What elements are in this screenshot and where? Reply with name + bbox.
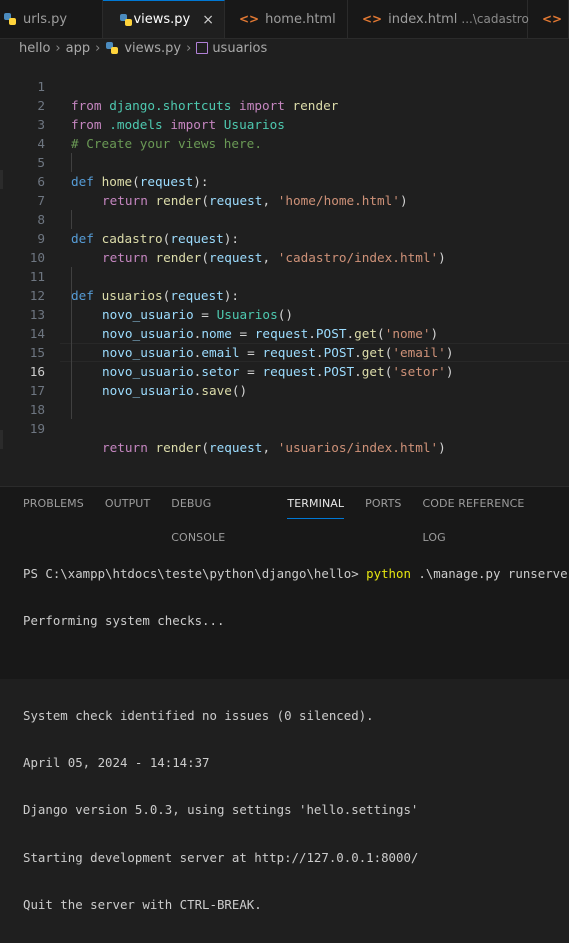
code-editor[interactable]: 1 from django.shortcuts import render 2 … — [0, 58, 569, 486]
chevron-right-icon: › — [55, 40, 61, 56]
chevron-right-icon: › — [186, 40, 192, 56]
editor-tab-bar: urls.py views.py × <> home.html <> index… — [0, 0, 569, 39]
tab-views-py[interactable]: views.py × — [103, 0, 225, 38]
tab-label: index.html — [388, 11, 458, 27]
terminal-line: Django version 5.0.3, using settings 'he… — [23, 802, 419, 818]
code-line: 5 def home(request): — [0, 134, 569, 189]
close-icon[interactable]: × — [202, 13, 214, 27]
python-file-icon — [105, 41, 119, 55]
breadcrumb-symbol[interactable]: usuarios — [212, 41, 267, 56]
tab-overflow[interactable]: <> — [528, 0, 569, 38]
code-line: 11 def usuarios(request): — [0, 248, 569, 303]
terminal-output[interactable]: PS C:\xampp\htdocs\teste\python\django\h… — [23, 535, 569, 943]
tab-ports[interactable]: PORTS — [365, 487, 401, 521]
breadcrumb-folder-hello[interactable]: hello — [19, 41, 50, 56]
symbol-method-icon — [196, 42, 209, 54]
code-line: 10 — [0, 229, 569, 265]
code-line: 1 from django.shortcuts import render — [0, 58, 569, 113]
code-line: 15 novo_usuario.setor = request.POST.get… — [0, 324, 569, 379]
terminal-args: .\manage.py runserver — [410, 566, 569, 581]
tab-path-hint: ...\cadastro — [461, 12, 529, 26]
tab-index-html[interactable]: <> index.html ...\cadastro — [348, 0, 529, 38]
terminal-line: System check identified no issues (0 sil… — [23, 707, 374, 723]
code-line: 2 from .models import Usuarios — [0, 77, 569, 132]
terminal-line: Performing system checks... — [23, 613, 225, 629]
code-line: 7 — [0, 172, 569, 208]
html-file-icon: <> — [362, 12, 383, 26]
code-line: 19 return render(request, 'usuarios/inde… — [0, 400, 569, 455]
terminal-line: Starting development server at http://12… — [23, 849, 419, 865]
breadcrumb: hello › app › views.py › usuarios — [0, 38, 569, 58]
breadcrumb-folder-app[interactable]: app — [66, 41, 90, 56]
html-file-icon: <> — [542, 12, 563, 26]
terminal-line: Quit the server with CTRL-BREAK. — [23, 897, 262, 913]
tab-debug-console[interactable]: DEBUG CONSOLE — [171, 487, 266, 544]
terminal-command-line: PS C:\xampp\htdocs\teste\python\django\h… — [23, 565, 569, 582]
line-number: 19 — [29, 421, 45, 436]
code-line: 17 — [0, 362, 569, 398]
code-line: 3 # Create your views here. — [0, 96, 569, 151]
tab-terminal[interactable]: TERMINAL — [287, 487, 344, 521]
code-line: 4 — [0, 115, 569, 151]
breadcrumb-file[interactable]: views.py — [124, 41, 181, 56]
python-file-icon — [119, 13, 133, 27]
code-line: 9 return render(request, 'cadastro/index… — [0, 210, 569, 265]
code-line: 18 — [0, 381, 569, 417]
tab-output[interactable]: OUTPUT — [105, 487, 150, 521]
tab-label: home.html — [265, 11, 336, 27]
bottom-panel: PROBLEMS OUTPUT DEBUG CONSOLE TERMINAL P… — [0, 486, 569, 912]
tab-label: views.py — [133, 12, 191, 27]
tab-home-html[interactable]: <> home.html — [225, 0, 348, 38]
code-line: 14 novo_usuario.email = request.POST.get… — [0, 305, 569, 360]
tab-problems[interactable]: PROBLEMS — [23, 487, 84, 521]
tab-code-reference-log[interactable]: CODE REFERENCE LOG — [423, 487, 549, 544]
code-line: 6 return render(request, 'home/home.html… — [0, 153, 569, 208]
code-line: 13 novo_usuario.nome = request.POST.get(… — [0, 286, 569, 341]
code-line: 8 def cadastro(request): — [0, 191, 569, 246]
tab-urls-py[interactable]: urls.py — [0, 0, 103, 38]
terminal-prompt: PS C:\xampp\htdocs\teste\python\django\h… — [23, 566, 367, 581]
code-line-current: 16 novo_usuario.save() — [0, 343, 569, 398]
terminal-line: April 05, 2024 - 14:14:37 — [23, 755, 210, 771]
python-file-icon — [3, 12, 17, 26]
chevron-right-icon: › — [95, 40, 101, 56]
html-file-icon: <> — [239, 12, 260, 26]
terminal-command: python — [366, 566, 411, 581]
tab-label: urls.py — [23, 11, 68, 27]
panel-tab-bar: PROBLEMS OUTPUT DEBUG CONSOLE TERMINAL P… — [0, 487, 569, 544]
code-line: 12 novo_usuario = Usuarios() — [0, 267, 569, 322]
